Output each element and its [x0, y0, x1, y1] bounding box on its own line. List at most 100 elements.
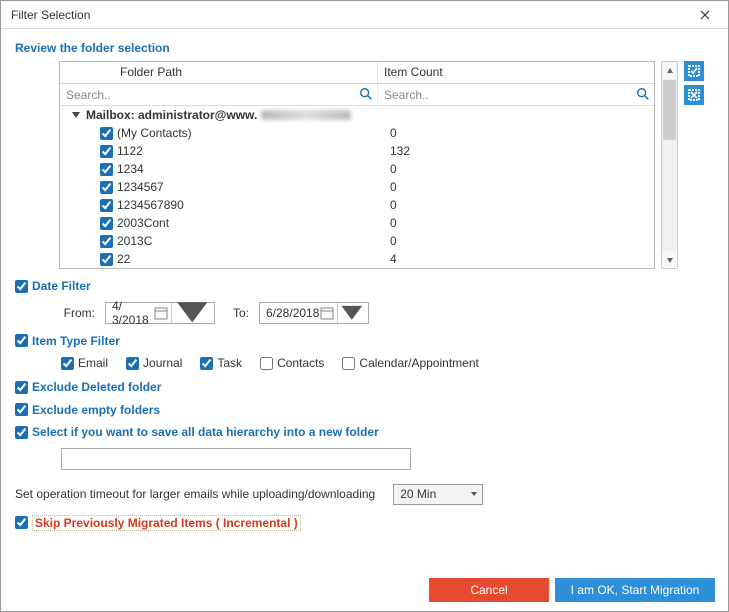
date-filter-checkbox[interactable]: [15, 280, 28, 293]
folder-name: 1234567890: [117, 198, 184, 212]
folder-name: 2003Cont: [117, 216, 169, 230]
exclude-empty-checkbox[interactable]: [15, 403, 28, 416]
folder-count: 0: [384, 162, 654, 176]
date-filter-toggle[interactable]: Date Filter: [15, 279, 91, 293]
folder-name: 1122: [117, 144, 143, 158]
item-type-option-label: Calendar/Appointment: [359, 356, 478, 370]
folder-checkbox[interactable]: [100, 217, 113, 230]
dropdown-icon[interactable]: [337, 303, 366, 323]
select-all-button[interactable]: [684, 61, 704, 81]
folder-tree: Folder Path Item Count Mailbox: admini: [59, 61, 655, 269]
col-header-path[interactable]: Folder Path: [60, 62, 378, 83]
exclude-empty-label: Exclude empty folders: [32, 403, 160, 417]
col-header-count[interactable]: Item Count: [378, 62, 654, 83]
timeout-value: 20 Min: [400, 487, 436, 501]
folder-row[interactable]: 1234567890 0: [60, 196, 654, 214]
save-hierarchy-label: Select if you want to save all data hier…: [32, 425, 379, 439]
item-type-label: Item Type Filter: [32, 334, 120, 348]
search-icon: [359, 87, 373, 101]
folder-count: 4: [384, 252, 654, 266]
vertical-scrollbar[interactable]: [661, 61, 678, 269]
folder-name: 2013C: [117, 234, 152, 248]
folder-name: 22: [117, 252, 130, 266]
folder-checkbox[interactable]: [100, 127, 113, 140]
save-hierarchy-checkbox[interactable]: [15, 426, 28, 439]
close-button[interactable]: [688, 4, 722, 26]
from-date-picker[interactable]: 4/ 3/2018: [105, 302, 215, 324]
item-type-toggle[interactable]: Item Type Filter: [15, 334, 120, 348]
item-type-option[interactable]: Email: [61, 356, 108, 370]
exclude-empty-toggle[interactable]: Exclude empty folders: [15, 403, 160, 417]
folder-count: 0: [384, 198, 654, 212]
folder-row[interactable]: 1234 0: [60, 160, 654, 178]
timeout-label: Set operation timeout for larger emails …: [15, 487, 375, 501]
item-type-option-label: Journal: [143, 356, 182, 370]
folder-count: 132: [384, 144, 654, 158]
tree-header: Folder Path Item Count: [60, 62, 654, 84]
item-type-option-checkbox[interactable]: [200, 357, 213, 370]
close-icon: [700, 10, 710, 20]
folder-row[interactable]: (My Contacts) 0: [60, 124, 654, 142]
folder-row[interactable]: 1234567 0: [60, 178, 654, 196]
item-type-option-checkbox[interactable]: [260, 357, 273, 370]
to-date-picker[interactable]: 6/28/2018: [259, 302, 369, 324]
folder-row[interactable]: 22 4: [60, 250, 654, 268]
folder-checkbox[interactable]: [100, 253, 113, 266]
folder-count: 0: [384, 180, 654, 194]
scroll-up-button[interactable]: [663, 62, 676, 79]
save-hierarchy-toggle[interactable]: Select if you want to save all data hier…: [15, 425, 379, 439]
item-type-option[interactable]: Contacts: [260, 356, 324, 370]
item-type-option[interactable]: Task: [200, 356, 242, 370]
search-count-input[interactable]: [378, 84, 654, 105]
item-type-option-label: Email: [78, 356, 108, 370]
mailbox-label: Mailbox: administrator@www.: [86, 108, 257, 122]
hierarchy-folder-input[interactable]: [61, 448, 411, 470]
folder-name: (My Contacts): [117, 126, 192, 140]
folder-count: 0: [384, 216, 654, 230]
skip-migrated-checkbox[interactable]: [15, 516, 28, 529]
folder-row[interactable]: 2003Cont 0: [60, 214, 654, 232]
scroll-thumb[interactable]: [663, 80, 676, 140]
exclude-deleted-label: Exclude Deleted folder: [32, 380, 161, 394]
scroll-down-button[interactable]: [662, 251, 677, 268]
tree-search-row: [60, 84, 654, 106]
item-type-option-checkbox[interactable]: [126, 357, 139, 370]
folder-name: 1234567: [117, 180, 164, 194]
folder-row[interactable]: 1122 132: [60, 142, 654, 160]
dropdown-icon[interactable]: [171, 303, 213, 323]
folder-checkbox[interactable]: [100, 235, 113, 248]
folder-checkbox[interactable]: [100, 145, 113, 158]
item-type-option-label: Contacts: [277, 356, 324, 370]
calendar-icon: [319, 305, 335, 321]
folder-checkbox[interactable]: [100, 199, 113, 212]
folder-count: 0: [384, 126, 654, 140]
titlebar: Filter Selection: [1, 1, 728, 29]
exclude-deleted-toggle[interactable]: Exclude Deleted folder: [15, 380, 161, 394]
start-migration-button[interactable]: I am OK, Start Migration: [555, 578, 715, 602]
timeout-select[interactable]: 20 Min: [393, 484, 483, 505]
mailbox-node[interactable]: Mailbox: administrator@www.: [60, 106, 654, 124]
clear-all-icon: [688, 89, 700, 101]
calendar-icon: [153, 305, 169, 321]
folder-checkbox[interactable]: [100, 181, 113, 194]
item-type-option-checkbox[interactable]: [342, 357, 355, 370]
folder-checkbox[interactable]: [100, 163, 113, 176]
date-filter-label: Date Filter: [32, 279, 91, 293]
search-path-input[interactable]: [60, 84, 377, 105]
item-type-option-label: Task: [217, 356, 242, 370]
item-type-option-checkbox[interactable]: [61, 357, 74, 370]
check-all-icon: [688, 65, 700, 77]
folder-count: 0: [384, 234, 654, 248]
exclude-deleted-checkbox[interactable]: [15, 381, 28, 394]
review-heading: Review the folder selection: [15, 41, 714, 55]
item-type-option[interactable]: Journal: [126, 356, 182, 370]
deselect-all-button[interactable]: [684, 85, 704, 105]
skip-migrated-label: Skip Previously Migrated Items ( Increme…: [32, 515, 301, 531]
folder-row[interactable]: 2013C 0: [60, 232, 654, 250]
skip-migrated-toggle[interactable]: Skip Previously Migrated Items ( Increme…: [15, 515, 301, 531]
to-label: To:: [225, 306, 249, 320]
cancel-button[interactable]: Cancel: [429, 578, 549, 602]
item-type-option[interactable]: Calendar/Appointment: [342, 356, 478, 370]
item-type-checkbox[interactable]: [15, 334, 28, 347]
expand-icon[interactable]: [72, 112, 80, 118]
